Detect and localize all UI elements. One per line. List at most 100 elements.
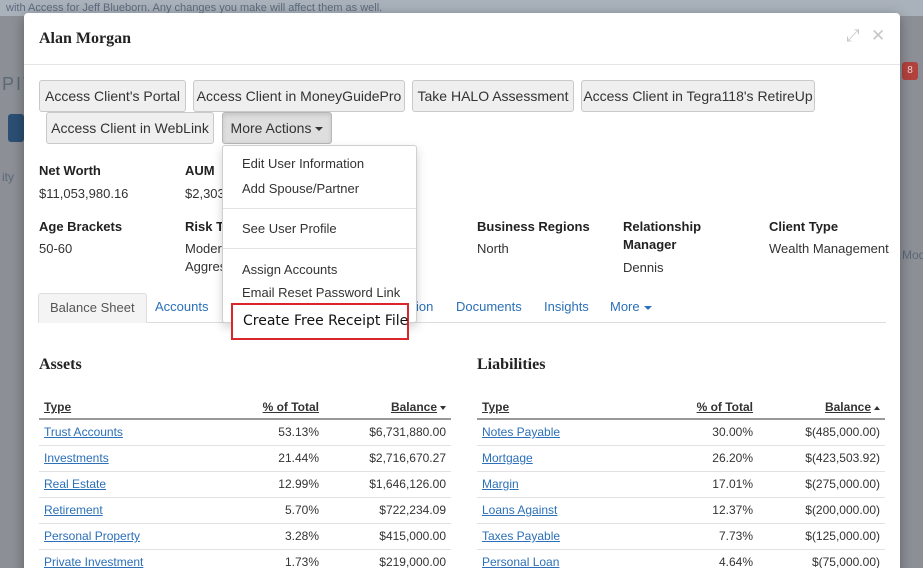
liability-balance: $(75,000.00) (811, 555, 880, 568)
access-moneyguidepro-button[interactable]: Access Client in MoneyGuidePro (193, 80, 405, 112)
type-column-header[interactable]: Type (482, 400, 509, 414)
notification-badge: 8 (902, 62, 918, 80)
table-header: Type % of Total Balance (477, 396, 885, 420)
expand-icon[interactable]: ⤢ (846, 27, 860, 45)
access-retireup-button[interactable]: Access Client in Tegra118's RetireUp (581, 80, 815, 112)
percent-column-header[interactable]: % of Total (263, 400, 319, 414)
relationship-manager-label-line1: Relationship (623, 219, 702, 234)
table-row: Retirement 5.70% $722,234.09 (39, 498, 451, 524)
table-row: Personal Property 3.28% $415,000.00 (39, 524, 451, 550)
asset-balance: $1,646,126.00 (369, 477, 446, 491)
liability-balance: $(423,503.92) (805, 451, 880, 465)
balance-column-header[interactable]: Balance (825, 400, 880, 414)
risk-value-line2: Aggres (185, 259, 227, 274)
liability-balance: $(485,000.00) (805, 425, 880, 439)
liability-type-link[interactable]: Loans Against (482, 503, 557, 517)
access-portal-button[interactable]: Access Client's Portal (39, 80, 186, 112)
client-type-label: Client Type (769, 219, 839, 234)
asset-percent: 3.28% (284, 529, 319, 543)
asset-percent: 53.13% (278, 425, 319, 439)
relationship-manager-label-line2: Manager (623, 237, 677, 252)
liability-percent: 7.73% (718, 529, 753, 543)
assets-title: Assets (39, 356, 82, 373)
liability-type-link[interactable]: Margin (482, 477, 519, 491)
liability-type-link[interactable]: Taxes Payable (482, 529, 560, 543)
asset-type-link[interactable]: Real Estate (44, 477, 106, 491)
liability-percent: 30.00% (712, 425, 753, 439)
asset-type-link[interactable]: Trust Accounts (44, 425, 123, 439)
table-row: Taxes Payable 7.73% $(125,000.00) (477, 524, 885, 550)
liabilities-table: Type % of Total Balance Notes Payable 30.… (477, 396, 885, 568)
tab-more[interactable]: More (610, 299, 652, 314)
take-halo-button[interactable]: Take HALO Assessment (412, 80, 574, 112)
type-column-header[interactable]: Type (44, 400, 71, 414)
table-row: Investments 21.44% $2,716,670.27 (39, 446, 451, 472)
asset-balance: $6,731,880.00 (369, 425, 446, 439)
more-actions-button[interactable]: More Actions (222, 112, 332, 144)
risk-label: Risk T (185, 219, 225, 234)
liability-percent: 26.20% (712, 451, 753, 465)
menu-item-see-profile[interactable]: See User Profile (242, 221, 337, 236)
background-button (8, 114, 24, 142)
menu-item-email-reset[interactable]: Email Reset Password Link (242, 285, 400, 300)
balance-header-label: Balance (824, 400, 871, 414)
modal-header: Alan Morgan ⤢ ✕ (24, 13, 900, 65)
tab-accounts[interactable]: Accounts (155, 299, 208, 314)
aum-label: AUM (185, 163, 215, 178)
liability-balance: $(200,000.00) (805, 503, 880, 517)
table-row: Trust Accounts 53.13% $6,731,880.00 (39, 420, 451, 446)
asset-type-link[interactable]: Private Investment (44, 555, 143, 568)
percent-column-header[interactable]: % of Total (697, 400, 753, 414)
table-row: Real Estate 12.99% $1,646,126.00 (39, 472, 451, 498)
liability-type-link[interactable]: Mortgage (482, 451, 533, 465)
access-weblink-button[interactable]: Access Client in WebLink (46, 112, 214, 144)
age-brackets-label: Age Brackets (39, 219, 123, 234)
risk-value-line1: Moder (185, 241, 222, 256)
more-actions-menu: Edit User Information Add Spouse/Partner… (222, 145, 417, 323)
liability-percent: 17.01% (712, 477, 753, 491)
table-row: Personal Loan 4.64% $(75,000.00) (477, 550, 885, 568)
asset-balance: $722,234.09 (379, 503, 446, 517)
client-modal: Alan Morgan ⤢ ✕ Access Client's Portal A… (24, 13, 900, 568)
tab-documents[interactable]: Documents (456, 299, 522, 314)
background-link-fragment: Mod (902, 248, 923, 262)
close-icon[interactable]: ✕ (871, 27, 885, 45)
asset-percent: 5.70% (284, 503, 319, 517)
balance-column-header[interactable]: Balance (391, 400, 446, 414)
liability-percent: 12.37% (712, 503, 753, 517)
aum-value: $2,303 (185, 186, 225, 201)
age-brackets-value: 50-60 (39, 241, 73, 256)
tabs-divider (38, 322, 886, 323)
menu-item-edit-user[interactable]: Edit User Information (242, 156, 364, 171)
asset-balance: $415,000.00 (379, 529, 446, 543)
tab-insights[interactable]: Insights (544, 299, 589, 314)
assets-table: Type % of Total Balance Trust Accounts 53… (39, 396, 451, 568)
liabilities-title: Liabilities (477, 356, 546, 373)
menu-item-assign-accounts[interactable]: Assign Accounts (242, 262, 337, 277)
asset-balance: $2,716,670.27 (369, 451, 446, 465)
tab-partial[interactable]: ion (416, 299, 433, 314)
asset-type-link[interactable]: Retirement (44, 503, 103, 517)
liability-balance: $(275,000.00) (805, 477, 880, 491)
business-regions-value: North (477, 241, 509, 256)
menu-item-add-spouse[interactable]: Add Spouse/Partner (242, 181, 359, 196)
menu-divider (223, 208, 416, 209)
background-text-fragment: ity (2, 170, 14, 184)
caret-down-icon (643, 305, 652, 310)
asset-percent: 12.99% (278, 477, 319, 491)
asset-percent: 1.73% (284, 555, 319, 568)
net-worth-label: Net Worth (39, 163, 101, 178)
tab-balance-sheet[interactable]: Balance Sheet (38, 293, 147, 323)
asset-type-link[interactable]: Investments (44, 451, 109, 465)
menu-item-create-receipt[interactable]: Create Free Receipt File (231, 303, 409, 340)
asset-balance: $219,000.00 (379, 555, 446, 568)
tab-more-label: More (610, 299, 640, 314)
table-row: Private Investment 1.73% $219,000.00 (39, 550, 451, 568)
sort-desc-icon (440, 405, 446, 410)
more-actions-label: More Actions (230, 120, 312, 136)
asset-type-link[interactable]: Personal Property (44, 529, 140, 543)
net-worth-value: $11,053,980.16 (39, 186, 129, 201)
liability-balance: $(125,000.00) (805, 529, 880, 543)
liability-type-link[interactable]: Notes Payable (482, 425, 560, 439)
liability-type-link[interactable]: Personal Loan (482, 555, 559, 568)
